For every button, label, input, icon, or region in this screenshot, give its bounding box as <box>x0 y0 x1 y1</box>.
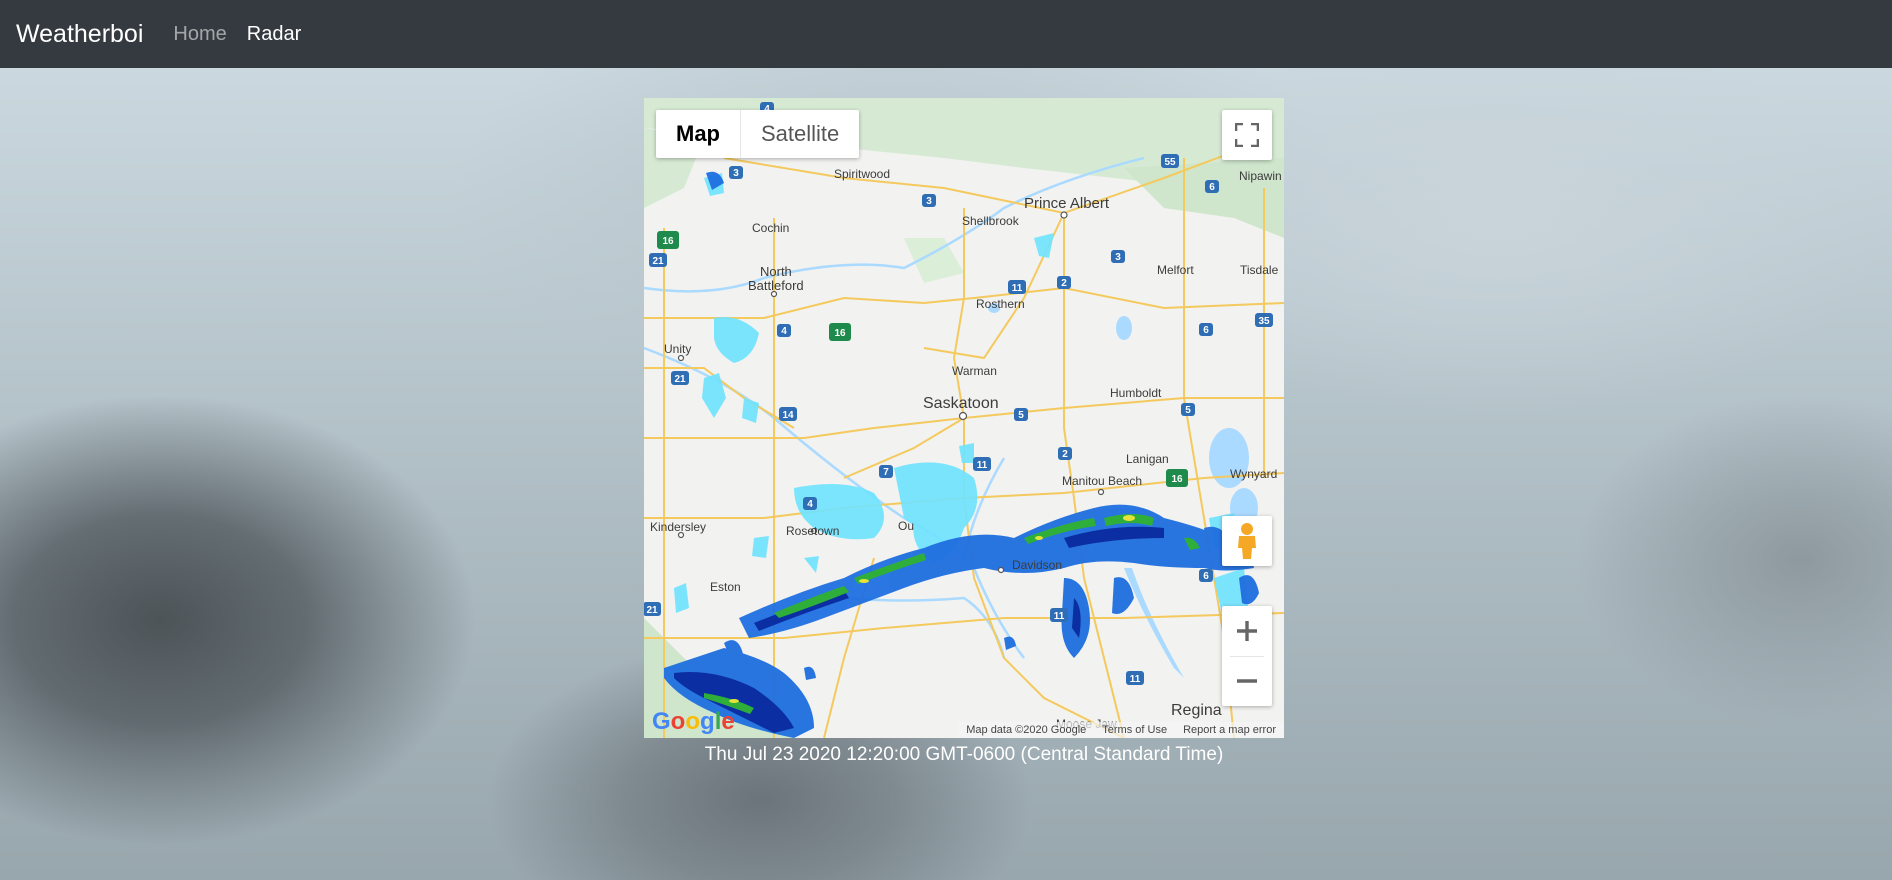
report-map-error-link[interactable]: Report a map error <box>1175 724 1284 736</box>
map-type-map-button[interactable]: Map <box>656 110 740 158</box>
city-label: Battleford <box>748 278 804 293</box>
city-label: Melfort <box>1157 263 1194 277</box>
terms-of-use-link[interactable]: Terms of Use <box>1094 724 1175 736</box>
pegman-icon <box>1238 523 1256 559</box>
highway-shield: 3 <box>1115 252 1121 263</box>
city-label: Kindersley <box>650 520 706 534</box>
highway-shield: 4 <box>807 499 813 510</box>
zoom-control <box>1222 606 1272 706</box>
highway-shield: 16 <box>662 236 674 247</box>
city-label: Wynyard <box>1230 467 1277 481</box>
highway-shield: 2 <box>1061 278 1067 289</box>
highway-shield: 6 <box>1209 182 1215 193</box>
radar-map[interactable]: Spiritwood Prince Albert Shellbrook Nipa… <box>644 98 1284 738</box>
plus-icon <box>1237 621 1257 641</box>
city-label: Nipawin <box>1239 169 1282 183</box>
brand-logo[interactable]: Weatherboi <box>16 20 143 49</box>
city-label: Lanigan <box>1126 452 1169 466</box>
highway-shield: 5 <box>1185 405 1191 416</box>
highway-shield: 2 <box>1062 449 1068 460</box>
zoom-out-button[interactable] <box>1222 656 1272 706</box>
city-label: Shellbrook <box>962 214 1020 228</box>
city-label: North <box>760 264 792 279</box>
fullscreen-icon <box>1235 123 1259 147</box>
map-data-text: Map data ©2020 Google <box>966 724 1087 736</box>
navbar: Weatherboi Home Radar <box>0 0 1892 68</box>
city-label: Rosthern <box>976 297 1025 311</box>
minus-icon <box>1237 679 1257 683</box>
highway-shield: 4 <box>781 326 787 337</box>
city-label: Warman <box>952 364 997 378</box>
highway-shield: 6 <box>1203 571 1209 582</box>
highway-shield: 7 <box>883 467 889 478</box>
city-label: Unity <box>664 342 691 356</box>
highway-shield: 11 <box>1054 611 1065 622</box>
radar-timestamp: Thu Jul 23 2020 12:20:00 GMT-0600 (Centr… <box>704 744 1224 765</box>
city-label: Manitou Beach <box>1062 474 1142 488</box>
highway-shield: 21 <box>652 256 664 267</box>
highway-shield: 3 <box>733 168 739 179</box>
map-attribution: Map data ©2020 Google Terms of Use Repor… <box>958 722 1284 738</box>
city-label: Cochin <box>752 221 789 235</box>
highway-shield: 21 <box>646 605 658 616</box>
street-view-button[interactable] <box>1222 516 1272 566</box>
zoom-in-button[interactable] <box>1222 606 1272 656</box>
highway-shield: 11 <box>1130 674 1141 685</box>
city-label: Humboldt <box>1110 386 1162 400</box>
city-label: Rosetown <box>786 524 839 538</box>
nav-link-radar[interactable]: Radar <box>247 23 301 46</box>
city-label: Eston <box>710 580 741 594</box>
city-label: Saskatoon <box>923 395 999 412</box>
map-tiles[interactable]: Spiritwood Prince Albert Shellbrook Nipa… <box>644 98 1284 738</box>
city-label: Davidson <box>1012 558 1062 572</box>
highway-shield: 21 <box>674 374 686 385</box>
google-logo[interactable]: Google <box>652 708 735 736</box>
highway-shield: 6 <box>1203 325 1209 336</box>
city-label: Regina <box>1171 702 1222 719</box>
highway-shield: 16 <box>1171 474 1183 485</box>
highway-shield: 5 <box>1018 410 1024 421</box>
zoom-divider <box>1230 656 1264 657</box>
city-label: Spiritwood <box>834 167 890 181</box>
city-label: Tisdale <box>1240 263 1279 277</box>
map-type-satellite-button[interactable]: Satellite <box>741 110 859 158</box>
city-label: Prince Albert <box>1024 195 1110 212</box>
highway-shield: 16 <box>834 328 846 339</box>
highway-shield: 3 <box>926 196 932 207</box>
map-type-control: Map Satellite <box>656 110 860 158</box>
highway-shield: 14 <box>782 410 794 421</box>
city-label: Ou <box>898 519 914 533</box>
highway-shield: 35 <box>1258 316 1270 327</box>
nav-link-home[interactable]: Home <box>173 23 226 46</box>
fullscreen-button[interactable] <box>1222 110 1272 160</box>
highway-shield: 11 <box>977 460 988 471</box>
highway-shield: 55 <box>1164 157 1176 168</box>
highway-shield: 11 <box>1012 283 1023 294</box>
